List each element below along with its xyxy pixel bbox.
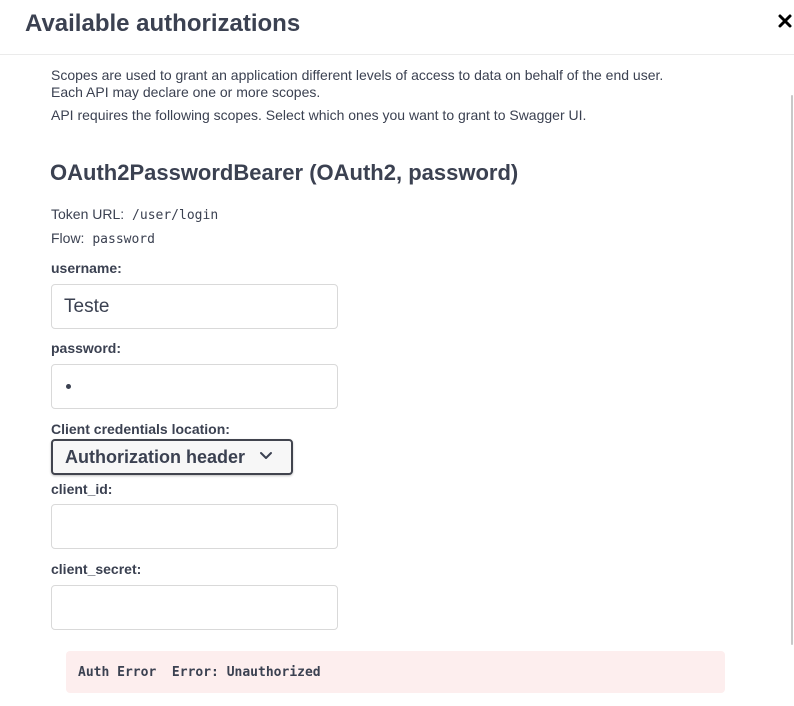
username-label: username: xyxy=(51,260,122,276)
close-button[interactable] xyxy=(776,12,794,30)
close-icon xyxy=(778,14,792,28)
flow-label: Flow: xyxy=(51,230,85,246)
token-url-label: Token URL: xyxy=(51,206,125,222)
flow-row: Flow: password xyxy=(51,230,155,247)
scopes-description-line1: Scopes are used to grant an application … xyxy=(51,67,664,83)
auth-error-text: Auth Error Error: Unauthorized xyxy=(78,665,321,680)
token-url-value: /user/login xyxy=(132,208,219,223)
scheme-title: OAuth2PasswordBearer (OAuth2, password) xyxy=(50,160,519,185)
auth-error-box: Auth Error Error: Unauthorized xyxy=(66,651,725,693)
flow-value: password xyxy=(92,232,155,247)
client-secret-label: client_secret: xyxy=(51,561,142,577)
client-id-input[interactable] xyxy=(51,504,338,549)
auth-modal: Available authorizations Scopes are used… xyxy=(0,0,794,706)
scrollbar-thumb[interactable] xyxy=(791,95,793,645)
modal-title: Available authorizations xyxy=(25,10,301,37)
client-secret-input[interactable] xyxy=(51,585,338,630)
chevron-down-icon xyxy=(260,452,272,459)
client-id-label: client_id: xyxy=(51,481,113,497)
client-location-selected: Authorization header xyxy=(65,447,246,467)
password-label: password: xyxy=(51,340,122,356)
client-location-select[interactable]: Authorization header xyxy=(51,439,293,475)
username-input[interactable]: Teste xyxy=(51,284,338,329)
password-mask-dot xyxy=(66,384,71,390)
token-url-row: Token URL: /user/login xyxy=(51,206,218,223)
modal-header: Available authorizations xyxy=(0,0,794,55)
scopes-description-line2: Each API may declare one or more scopes. xyxy=(51,84,321,100)
password-input[interactable] xyxy=(51,364,338,409)
scopes-description-line3: API requires the following scopes. Selec… xyxy=(51,107,587,123)
client-location-label: Client credentials location: xyxy=(51,421,230,437)
